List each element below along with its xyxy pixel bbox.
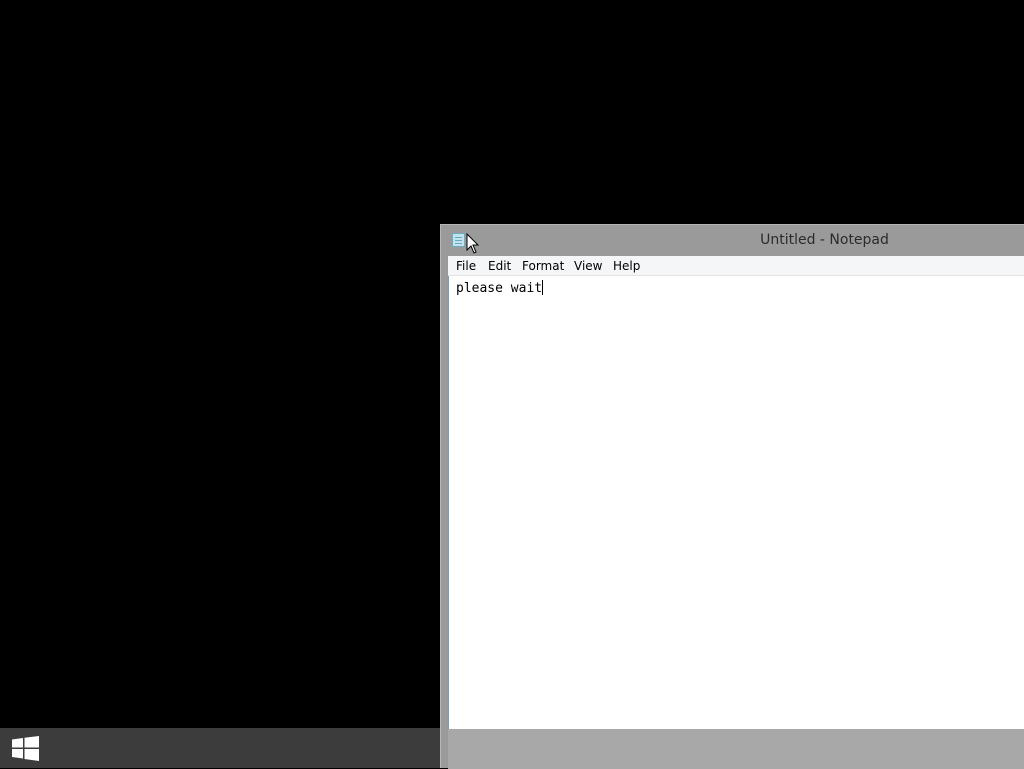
editor-content-line: please wait <box>456 280 544 296</box>
notepad-window: Untitled - Notepad File Edit Format View… <box>440 224 1024 769</box>
menu-bar: File Edit Format View Help <box>448 256 1024 276</box>
editor-text: please wait <box>456 281 543 296</box>
text-editor[interactable]: please wait <box>448 276 1024 729</box>
title-bar[interactable]: Untitled - Notepad <box>441 225 1024 255</box>
start-button[interactable] <box>0 728 50 768</box>
mouse-pointer-icon <box>466 233 480 254</box>
menu-edit[interactable]: Edit <box>488 259 511 273</box>
text-caret <box>542 280 544 295</box>
window-title: Untitled - Notepad <box>760 232 889 248</box>
menu-help[interactable]: Help <box>613 259 640 273</box>
window-bottom-frame <box>448 729 1024 769</box>
taskbar <box>0 728 440 768</box>
menu-file[interactable]: File <box>456 259 476 273</box>
windows-logo-icon <box>12 736 39 761</box>
menu-view[interactable]: View <box>574 259 602 273</box>
menu-format[interactable]: Format <box>522 259 564 273</box>
